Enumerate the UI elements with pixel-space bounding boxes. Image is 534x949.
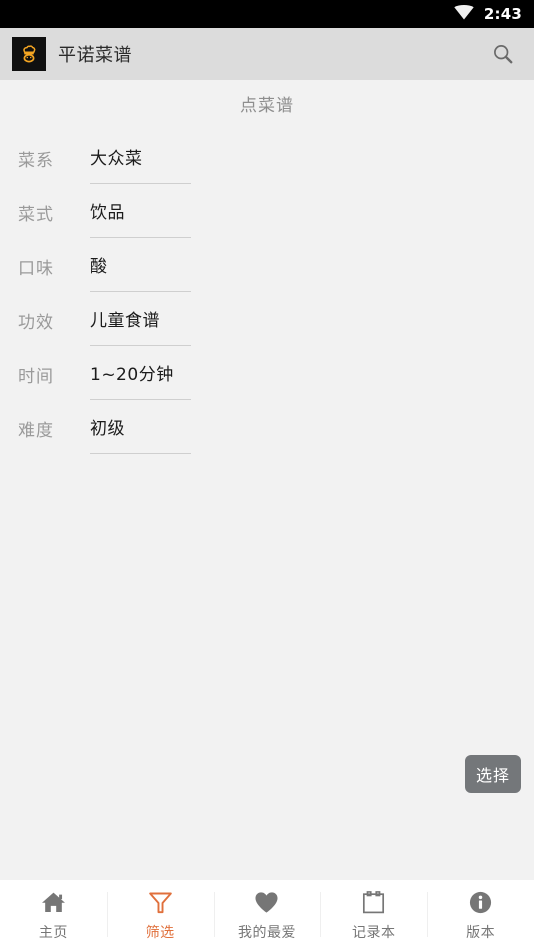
field-value-dish-type: 饮品 (90, 203, 125, 223)
form-row-dish-type: 菜式 饮品 (0, 198, 534, 252)
nav-label-favorites: 我的最爱 (237, 925, 296, 941)
field-label-time: 时间 (18, 367, 54, 387)
nav-item-version[interactable]: 版本 (427, 880, 534, 949)
field-value-cuisine: 大众菜 (90, 149, 143, 169)
clipboard-icon (360, 887, 387, 917)
field-label-effect: 功效 (18, 313, 54, 333)
nav-item-home[interactable]: 主页 (0, 880, 107, 949)
field-label-difficulty: 难度 (18, 421, 54, 441)
page-title: 点菜谱 (240, 96, 294, 116)
field-select-effect[interactable]: 儿童食谱 (90, 306, 191, 346)
heart-icon (253, 887, 280, 917)
status-bar-clock: 2:43 (483, 5, 522, 23)
field-select-difficulty[interactable]: 初级 (90, 414, 191, 454)
status-bar: 2:43 (0, 0, 534, 28)
field-value-time: 1~20分钟 (90, 365, 174, 385)
field-select-dish-type[interactable]: 饮品 (90, 198, 191, 238)
nav-label-version: 版本 (466, 925, 496, 941)
app-logo-chef-icon (12, 37, 46, 71)
form-row-difficulty: 难度 初级 (0, 414, 534, 468)
app-header: 平诺菜谱 (0, 28, 534, 80)
field-value-difficulty: 初级 (90, 419, 125, 439)
recipe-filter-form: 菜系 大众菜 菜式 饮品 口味 酸 功效 儿童食谱 时间 1~20分钟 难度 初… (0, 144, 534, 468)
select-button[interactable]: 选择 (464, 755, 521, 793)
nav-label-home: 主页 (38, 925, 68, 941)
wifi-icon (454, 4, 474, 24)
nav-item-notebook[interactable]: 记录本 (320, 880, 427, 949)
form-row-time: 时间 1~20分钟 (0, 360, 534, 414)
field-label-dish-type: 菜式 (18, 205, 54, 225)
filter-funnel-icon (147, 887, 174, 917)
app-title: 平诺菜谱 (58, 45, 132, 66)
home-icon (40, 887, 67, 917)
field-label-cuisine: 菜系 (18, 151, 54, 171)
field-select-cuisine[interactable]: 大众菜 (90, 144, 191, 184)
form-row-taste: 口味 酸 (0, 252, 534, 306)
bottom-navigation-bar: 主页 筛选 我的最爱 记录本 版本 (0, 880, 534, 949)
field-value-taste: 酸 (90, 257, 108, 277)
form-row-effect: 功效 儿童食谱 (0, 306, 534, 360)
field-select-taste[interactable]: 酸 (90, 252, 191, 292)
nav-label-filter: 筛选 (145, 925, 175, 941)
form-row-cuisine: 菜系 大众菜 (0, 144, 534, 198)
nav-label-notebook: 记录本 (352, 925, 396, 941)
field-label-taste: 口味 (18, 259, 54, 279)
nav-item-filter[interactable]: 筛选 (106, 880, 214, 949)
search-icon[interactable] (486, 37, 520, 71)
info-icon (467, 887, 494, 917)
nav-item-favorites[interactable]: 我的最爱 (213, 880, 321, 949)
main-content: 点菜谱 菜系 大众菜 菜式 饮品 口味 酸 功效 儿童食谱 时间 1~20分钟 … (0, 80, 534, 880)
field-value-effect: 儿童食谱 (90, 311, 160, 331)
field-select-time[interactable]: 1~20分钟 (90, 360, 191, 400)
